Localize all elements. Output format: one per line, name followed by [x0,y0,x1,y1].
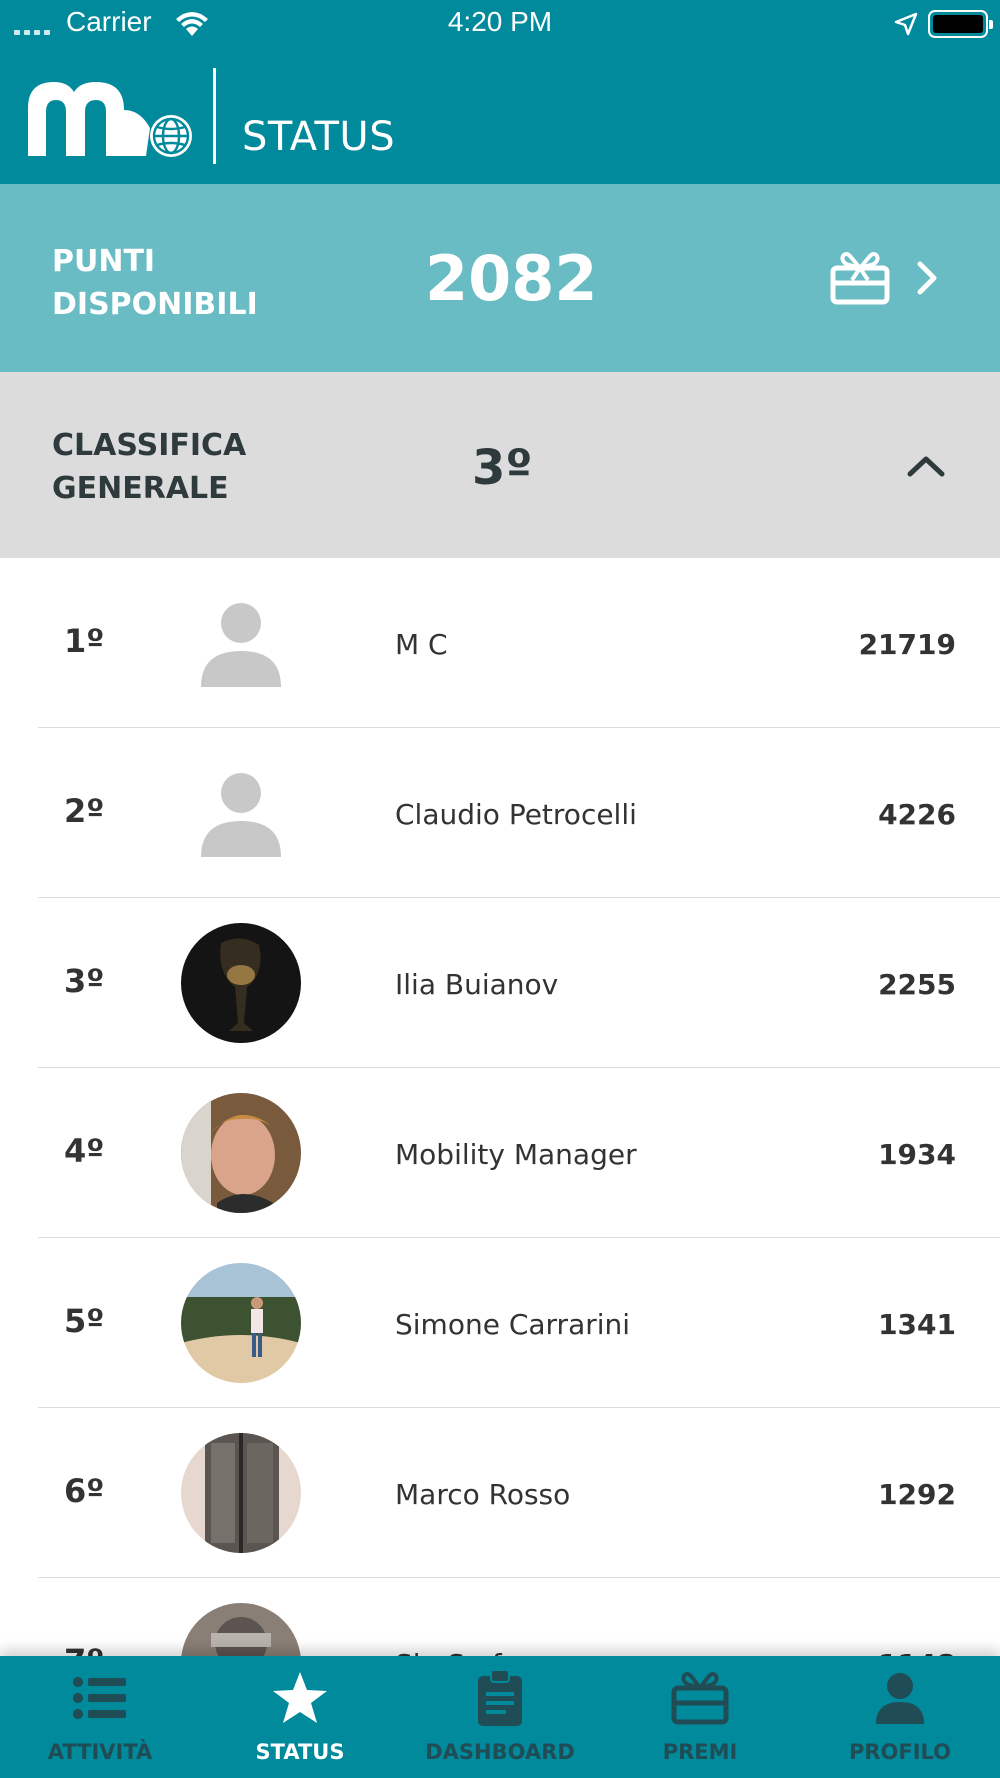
tab-label: DASHBOARD [425,1740,575,1764]
user-name: Ilia Buianov [395,968,559,1001]
avatar-placeholder [181,583,301,703]
tab-profilo[interactable]: PROFILO [800,1656,1000,1778]
page-title: STATUS [242,114,396,160]
list-item[interactable]: 1º M C 21719 [38,558,1000,728]
location-arrow-icon [894,12,918,36]
user-name: Claudio Petrocelli [395,798,637,831]
tab-bar: ATTIVITÀ STATUS DASHBOARD PREMI PROFILO [0,1656,1000,1778]
list-item[interactable]: 4º Mobility Manager 1934 [38,1068,1000,1238]
star-icon [273,1672,327,1723]
avatar [181,1603,301,1656]
user-score: 1341 [878,1308,956,1341]
user-score: 4226 [878,798,956,831]
rank-number: 5º [64,1302,105,1340]
app-header: Carrier 4:20 PM STATUS [0,0,1000,184]
user-name: Marco Rosso [395,1478,571,1511]
ranking-label: CLASSIFICA GENERALE [52,428,247,506]
list-item[interactable]: 7º Si...S...f 1148 [38,1578,1000,1656]
tab-premi[interactable]: PREMI [600,1656,800,1778]
list-item[interactable]: 3º Ilia Buianov 2255 [38,898,1000,1068]
chevron-up-icon[interactable] [906,454,946,478]
user-score: 2255 [878,968,956,1001]
user-name: M C [395,628,448,661]
ranking-header[interactable]: CLASSIFICA GENERALE 3º [0,372,1000,558]
list-item[interactable]: 6º Marco Rosso 1292 [38,1408,1000,1578]
avatar [181,923,301,1043]
person-icon [876,1673,924,1724]
points-banner[interactable]: PUNTI DISPONIBILI 2082 [0,184,1000,372]
clipboard-icon [478,1669,522,1726]
user-score: 1934 [878,1138,956,1171]
tab-label: ATTIVITÀ [47,1740,153,1764]
avatar-placeholder [181,753,301,873]
user-name: Mobility Manager [395,1138,637,1171]
user-name: Si...S...f [395,1648,502,1656]
tab-status[interactable]: STATUS [200,1656,400,1778]
points-label: PUNTI DISPONIBILI [52,244,258,322]
clock: 4:20 PM [447,6,553,37]
tab-label: PROFILO [848,1740,952,1764]
ranking-position: 3º [472,440,533,496]
header-divider [213,68,216,164]
user-name: Simone Carrarini [395,1308,631,1341]
list-item[interactable]: 2º Claudio Petrocelli 4226 [38,728,1000,898]
user-score: 1148 [878,1648,956,1656]
rank-number: 3º [64,962,105,1000]
user-score: 21719 [858,628,956,661]
gift-card-icon [830,252,890,305]
avatar [181,1433,301,1553]
user-score: 1292 [878,1478,956,1511]
avatar [181,1093,301,1213]
status-bar: Carrier 4:20 PM [0,0,1000,48]
rank-number: 1º [64,622,105,660]
brand-logo [28,82,192,157]
avatar [181,1263,301,1383]
gift-icon [671,1672,729,1725]
rank-number: 2º [64,792,105,830]
tab-dashboard[interactable]: DASHBOARD [400,1656,600,1778]
battery-icon [928,10,993,38]
tab-label: PREMI [662,1740,738,1764]
tab-label: STATUS [255,1740,345,1764]
rank-number: 6º [64,1472,105,1510]
list-item[interactable]: 5º Simone Carrarini 1341 [38,1238,1000,1408]
rank-number: 4º [64,1132,105,1170]
points-value: 2082 [425,242,598,315]
leaderboard-list[interactable]: 1º M C 21719 2º Claudio Petrocelli 4226 … [0,558,1000,1656]
chevron-right-icon[interactable] [914,260,940,296]
tab-attivita[interactable]: ATTIVITÀ [0,1656,200,1778]
list-icon [73,1677,126,1719]
rank-number: 7º [64,1642,104,1656]
